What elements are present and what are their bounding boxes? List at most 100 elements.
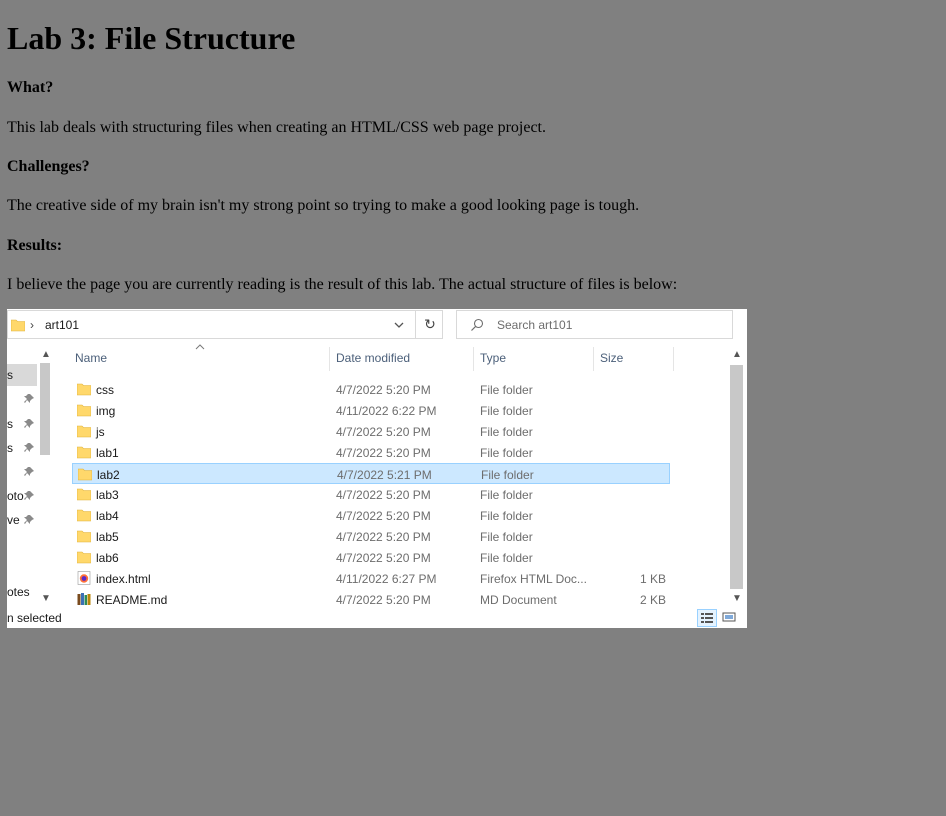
refresh-icon[interactable]: ↻ xyxy=(415,311,444,338)
breadcrumb-separator: › xyxy=(30,318,34,332)
file-list-scrollbar-thumb[interactable] xyxy=(730,365,743,589)
file-size: 2 KB xyxy=(639,593,666,607)
file-explorer-screenshot: › art101 ↻ Search art101 s s s oto ve ot… xyxy=(7,309,747,628)
folder-icon xyxy=(76,550,92,567)
folder-row[interactable]: lab2 4/7/2022 5:21 PM File folder xyxy=(72,463,670,484)
status-text: n selected xyxy=(7,611,62,625)
scroll-down-icon[interactable]: ▼ xyxy=(732,593,742,604)
column-divider[interactable] xyxy=(673,347,674,371)
file-name: index.html xyxy=(96,572,151,586)
column-divider[interactable] xyxy=(473,347,474,371)
file-type: File folder xyxy=(480,488,533,502)
file-type: Firefox HTML Doc... xyxy=(480,572,587,586)
column-header-date[interactable]: Date modified xyxy=(336,351,410,365)
what-text: This lab deals with structuring files wh… xyxy=(7,119,546,136)
file-date: 4/7/2022 5:20 PM xyxy=(336,551,431,565)
file-type: File folder xyxy=(481,468,534,482)
nav-scrollbar-thumb[interactable] xyxy=(40,363,50,455)
file-date: 4/7/2022 5:20 PM xyxy=(336,383,431,397)
column-header-type[interactable]: Type xyxy=(480,351,506,365)
file-name: lab6 xyxy=(96,551,119,565)
folder-row[interactable]: img 4/11/2022 6:22 PM File folder xyxy=(72,400,670,421)
folder-icon xyxy=(76,403,92,420)
file-type: File folder xyxy=(480,551,533,565)
file-type: File folder xyxy=(480,404,533,418)
column-divider[interactable] xyxy=(593,347,594,371)
nav-item-fragment[interactable]: otes xyxy=(7,585,30,599)
nav-item-fragment[interactable]: s xyxy=(7,417,13,431)
file-type: File folder xyxy=(480,530,533,544)
file-name: lab3 xyxy=(96,488,119,502)
what-heading: What? xyxy=(7,79,54,96)
details-view-button[interactable] xyxy=(697,609,717,627)
file-date: 4/7/2022 5:20 PM xyxy=(336,509,431,523)
file-type: MD Document xyxy=(480,593,557,607)
file-type: File folder xyxy=(480,509,533,523)
nav-item-fragment[interactable]: oto xyxy=(7,489,24,503)
column-header-size[interactable]: Size xyxy=(600,351,623,365)
sort-ascending-icon xyxy=(195,340,205,354)
scroll-down-icon[interactable]: ▼ xyxy=(41,593,51,604)
search-placeholder: Search art101 xyxy=(497,318,573,332)
large-icons-view-button[interactable] xyxy=(720,609,740,627)
folder-row[interactable]: css 4/7/2022 5:20 PM File folder xyxy=(72,379,670,400)
nav-item-fragment[interactable]: ve xyxy=(7,513,20,527)
folder-icon xyxy=(77,467,93,484)
folder-row[interactable]: lab4 4/7/2022 5:20 PM File folder xyxy=(72,505,670,526)
folder-row[interactable]: lab1 4/7/2022 5:20 PM File folder xyxy=(72,442,670,463)
file-date: 4/7/2022 5:20 PM xyxy=(336,488,431,502)
file-type: File folder xyxy=(480,425,533,439)
firefox-html-icon xyxy=(77,571,91,588)
file-name: lab2 xyxy=(97,468,120,482)
file-date: 4/11/2022 6:27 PM xyxy=(336,572,437,586)
pin-icon xyxy=(24,418,35,432)
pin-icon xyxy=(24,466,35,480)
results-heading: Results: xyxy=(7,237,63,254)
file-date: 4/7/2022 5:21 PM xyxy=(337,468,432,482)
folder-icon xyxy=(76,445,92,462)
folder-row[interactable]: lab5 4/7/2022 5:20 PM File folder xyxy=(72,526,670,547)
pin-icon xyxy=(24,490,35,504)
pin-icon xyxy=(24,393,35,407)
folder-row[interactable]: lab6 4/7/2022 5:20 PM File folder xyxy=(72,547,670,568)
search-input[interactable]: Search art101 xyxy=(456,310,733,339)
file-row[interactable]: index.html 4/11/2022 6:27 PM Firefox HTML … xyxy=(72,568,670,589)
folder-icon xyxy=(76,529,92,546)
file-date: 4/7/2022 5:20 PM xyxy=(336,530,431,544)
file-name: js xyxy=(96,425,105,439)
scroll-up-icon[interactable]: ▲ xyxy=(41,349,51,360)
file-name: lab1 xyxy=(96,446,119,460)
search-icon xyxy=(470,318,484,335)
file-type: File folder xyxy=(480,446,533,460)
books-icon xyxy=(77,592,91,609)
file-name: img xyxy=(96,404,116,418)
file-row[interactable]: README.md 4/7/2022 5:20 PM MD Document 2 KB xyxy=(72,589,670,610)
chevron-down-icon[interactable] xyxy=(393,319,405,334)
challenges-text: The creative side of my brain isn't my s… xyxy=(7,197,640,214)
file-name: lab4 xyxy=(96,509,119,523)
results-text: I believe the page you are currently rea… xyxy=(7,276,678,293)
breadcrumb-art101[interactable]: art101 xyxy=(45,318,79,332)
nav-item-fragment[interactable]: s xyxy=(7,368,13,382)
address-bar[interactable]: › art101 ↻ xyxy=(7,310,443,339)
file-date: 4/7/2022 5:20 PM xyxy=(336,593,431,607)
folder-icon xyxy=(76,508,92,525)
folder-icon xyxy=(76,424,92,441)
navigation-pane: s s s oto ve otes ▲ ▼ xyxy=(7,345,55,609)
column-divider[interactable] xyxy=(329,347,330,371)
large-icons-view-icon xyxy=(722,612,736,622)
details-view-icon xyxy=(701,613,713,623)
folder-icon xyxy=(10,318,26,335)
file-date: 4/7/2022 5:20 PM xyxy=(336,425,431,439)
file-date: 4/7/2022 5:20 PM xyxy=(336,446,431,460)
file-date: 4/11/2022 6:22 PM xyxy=(336,404,437,418)
file-name: css xyxy=(96,383,114,397)
nav-item-fragment[interactable]: s xyxy=(7,441,13,455)
folder-row[interactable]: js 4/7/2022 5:20 PM File folder xyxy=(72,421,670,442)
page-title: Lab 3: File Structure xyxy=(7,20,296,56)
folder-row[interactable]: lab3 4/7/2022 5:20 PM File folder xyxy=(72,484,670,505)
scroll-up-icon[interactable]: ▲ xyxy=(732,349,742,360)
pin-icon xyxy=(24,442,35,456)
column-header-name[interactable]: Name xyxy=(75,351,107,365)
folder-icon xyxy=(76,487,92,504)
